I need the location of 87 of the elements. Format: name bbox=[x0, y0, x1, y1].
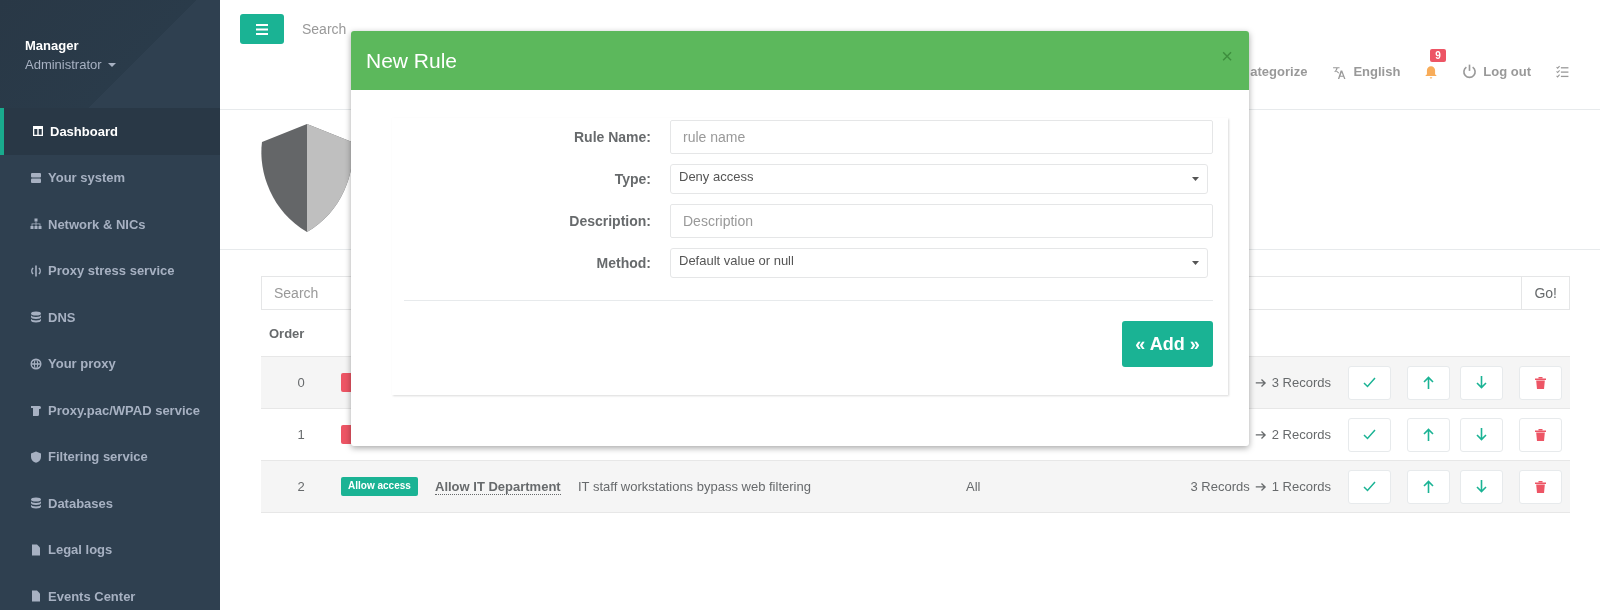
move-down-button[interactable] bbox=[1460, 469, 1503, 504]
top-search-field[interactable]: Search bbox=[302, 21, 347, 37]
move-up-button[interactable] bbox=[1407, 417, 1450, 452]
records-to: 3 Records bbox=[1271, 375, 1331, 390]
select-field[interactable]: Deny access bbox=[670, 164, 1208, 194]
user-name: Manager bbox=[25, 38, 79, 53]
checklist-icon bbox=[1555, 64, 1570, 79]
move-down-button[interactable] bbox=[1460, 365, 1503, 400]
delete-button[interactable] bbox=[1519, 417, 1562, 452]
arrow-up-icon bbox=[1423, 428, 1434, 441]
input-field[interactable]: rule name bbox=[670, 120, 1213, 154]
rule-name-link[interactable]: Allow IT Department bbox=[435, 478, 561, 495]
enable-button[interactable] bbox=[1348, 365, 1391, 400]
caret-icon bbox=[107, 62, 116, 67]
database-icon bbox=[30, 311, 42, 324]
sidebar-item[interactable]: Dashboard bbox=[0, 108, 220, 155]
sitemap-icon bbox=[30, 218, 42, 231]
field-label: Rule Name: bbox=[572, 129, 651, 145]
rule-type-tag: Allow access bbox=[341, 477, 418, 496]
order-cell-text: 0 bbox=[296, 375, 306, 390]
table-icon bbox=[32, 125, 44, 138]
move-up-button[interactable] bbox=[1407, 469, 1450, 504]
signal-tower-icon bbox=[30, 264, 42, 277]
notification-badge: 9 bbox=[1430, 48, 1446, 62]
sidebar-item[interactable]: Legal logs bbox=[0, 526, 220, 573]
sidebar-item[interactable]: Events Center bbox=[0, 573, 220, 610]
records-to: 1 Records bbox=[1271, 479, 1331, 494]
translate-icon bbox=[1331, 64, 1348, 79]
arrow-right-icon bbox=[1254, 481, 1267, 492]
user-role-dropdown[interactable]: Administrator bbox=[25, 57, 102, 72]
bell-icon bbox=[1424, 64, 1439, 79]
check-icon bbox=[1363, 429, 1376, 440]
enable-button[interactable] bbox=[1348, 417, 1391, 452]
shield-icon bbox=[30, 450, 42, 463]
sidebar-item[interactable]: Your proxy bbox=[0, 340, 220, 387]
power-icon bbox=[1462, 64, 1478, 79]
delete-button[interactable] bbox=[1519, 365, 1562, 400]
go-button[interactable]: Go! bbox=[1522, 276, 1570, 310]
arrow-up-icon bbox=[1423, 480, 1434, 493]
arrow-up-icon bbox=[1423, 376, 1434, 389]
select-field[interactable]: Default value or null bbox=[670, 248, 1208, 278]
check-icon bbox=[1363, 481, 1376, 492]
field-label: Type: bbox=[613, 171, 651, 187]
arrow-right-icon bbox=[1254, 377, 1267, 388]
sidebar-item[interactable]: Proxy stress service bbox=[0, 247, 220, 294]
trash-icon bbox=[1535, 480, 1546, 493]
field-label: Method: bbox=[595, 255, 651, 271]
sidebar-item[interactable]: Databases bbox=[0, 480, 220, 527]
globe-icon bbox=[30, 357, 42, 370]
nav-link[interactable]: English bbox=[1353, 64, 1401, 79]
server-icon bbox=[30, 171, 42, 184]
caret-icon bbox=[1192, 261, 1199, 265]
description-cell-text: IT staff workstations bypass web filtering bbox=[578, 479, 812, 494]
check-icon bbox=[1363, 377, 1376, 388]
move-down-button[interactable] bbox=[1460, 417, 1503, 452]
caret-icon bbox=[1192, 177, 1199, 181]
enable-button[interactable] bbox=[1348, 469, 1391, 504]
menu-icon bbox=[256, 23, 268, 35]
document-icon bbox=[30, 590, 42, 603]
order-cell-text: 1 bbox=[296, 427, 306, 442]
database-icon bbox=[30, 497, 42, 510]
trash-icon bbox=[1535, 428, 1546, 441]
document-icon bbox=[30, 543, 42, 556]
menu-button[interactable] bbox=[240, 14, 284, 44]
dialog-title: New Rule bbox=[366, 48, 458, 73]
field-label: Description: bbox=[568, 213, 651, 229]
sidebar-item[interactable]: Proxy.pac/WPAD service bbox=[0, 387, 220, 434]
sidebar-item[interactable]: Filtering service bbox=[0, 433, 220, 480]
input-field[interactable]: Description bbox=[670, 204, 1213, 238]
nav-link[interactable]: Log out bbox=[1483, 64, 1531, 79]
arrow-right-icon bbox=[1254, 429, 1267, 440]
arrow-down-icon bbox=[1476, 428, 1487, 441]
add-button[interactable]: « Add » bbox=[1122, 321, 1213, 367]
trash-icon bbox=[1535, 376, 1546, 389]
records-to: 2 Records bbox=[1271, 427, 1331, 442]
move-up-button[interactable] bbox=[1407, 365, 1450, 400]
column-header: Order bbox=[269, 325, 305, 341]
sidebar-item[interactable]: DNS bbox=[0, 294, 220, 341]
nav-link[interactable]: ategorize bbox=[1250, 64, 1308, 79]
arrow-down-icon bbox=[1476, 376, 1487, 389]
delete-button[interactable] bbox=[1519, 469, 1562, 504]
sidebar-item[interactable]: Network & NICs bbox=[0, 201, 220, 248]
arrow-down-icon bbox=[1476, 480, 1487, 493]
order-cell-text: 2 bbox=[296, 479, 306, 494]
records-from: 3 Records bbox=[1190, 479, 1250, 494]
sidebar-item[interactable]: Your system bbox=[0, 154, 220, 201]
method-cell-text: All bbox=[966, 479, 982, 494]
